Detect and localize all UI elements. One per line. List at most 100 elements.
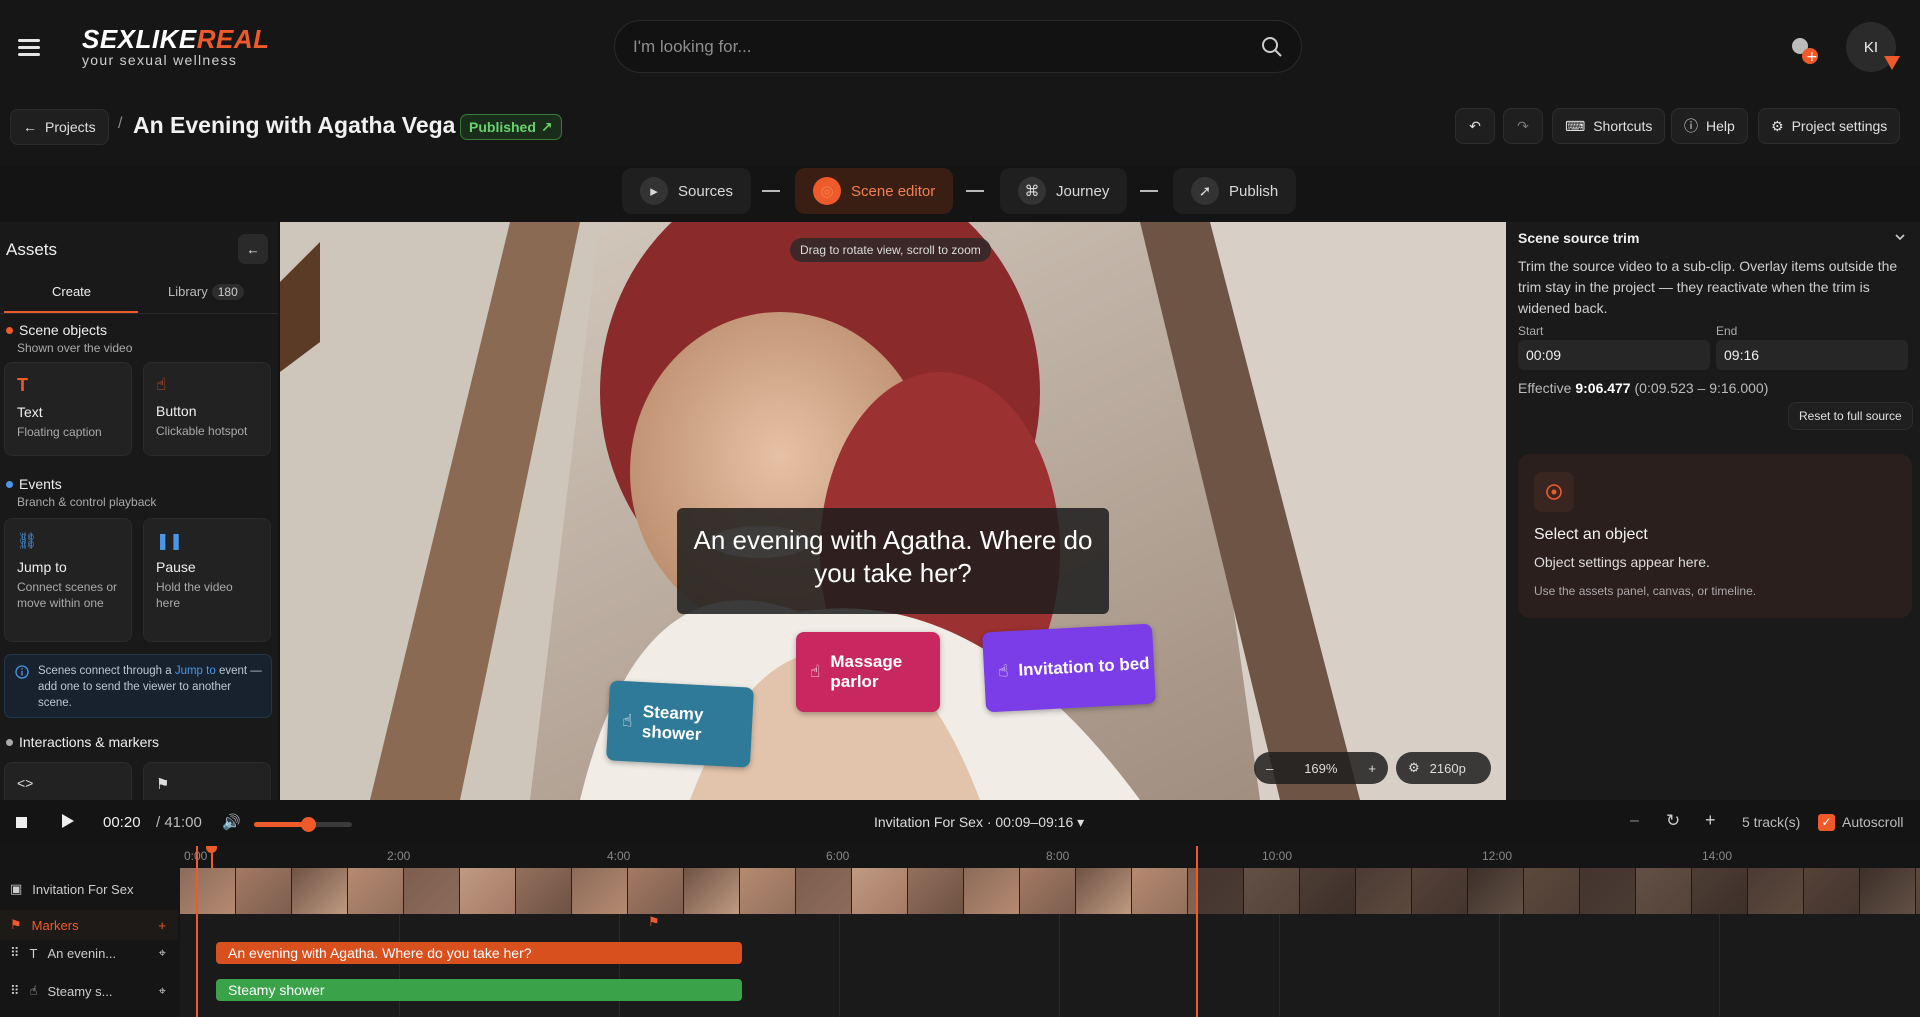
hotspot-massage-parlor[interactable]: ☝ Massage parlor [796,632,940,712]
effective-range: (0:09.523 – 9:16.000) [1634,380,1769,396]
select-object-card: Select an object Object settings appear … [1518,454,1912,618]
video-canvas[interactable]: Drag to rotate view, scroll to zoom An e… [280,222,1506,800]
notification-icon[interactable]: + [1790,36,1820,71]
projects-back-button[interactable]: ← Projects [10,109,109,145]
play-square-icon: ▸ [640,177,668,205]
info-text: Scenes connect through a [38,665,175,677]
track-count: 5 track(s) [1742,814,1801,830]
text-asset-card[interactable]: T Text Floating caption [4,362,132,456]
collapse-panel-button[interactable]: ← [238,234,268,264]
resolution-control[interactable]: ⚙ 2160p [1396,752,1491,784]
logo[interactable]: SEXLIKEREAL your sexual wellness [82,26,270,68]
video-thumbnail [1132,868,1188,914]
project-settings-button[interactable]: ⚙ Project settings [1758,108,1901,144]
focus-icon[interactable]: ⌖ [159,945,166,961]
track-name: Invitation For Sex [32,881,134,897]
tab-create[interactable]: Create [52,284,91,299]
ruler-tick: 4:00 [607,849,631,863]
video-thumbnail [572,868,628,914]
avatar[interactable]: KI [1846,22,1900,72]
reset-full-source-button[interactable]: Reset to full source [1788,402,1913,430]
card-description: Clickable hotspot [156,424,248,438]
trim-end-line[interactable] [1196,846,1198,1017]
code-asset-card[interactable]: <> [4,762,132,800]
track-label-hotspot[interactable]: ⠿ ☝ Steamy s... ⌖ [0,976,178,1006]
search-input[interactable] [633,35,1233,59]
timeline-ruler: 0:00 2:00 4:00 6:00 8:00 10:00 12:00 14:… [180,846,1920,866]
jump-to-link[interactable]: Jump to [175,665,216,677]
hotspot-invitation-to-bed[interactable]: ☝ Invitation to bed [982,623,1156,713]
step-scene-editor[interactable]: ◎ Scene editor [795,168,954,214]
pause-icon: ❚❚ [156,533,183,550]
caption-segment[interactable]: An evening with Agatha. Where do you tak… [216,942,742,964]
hotspot-steamy-shower[interactable]: ☝ Steamy shower [606,680,754,768]
card-title: Jump to [17,559,67,575]
status-badge[interactable]: Published ↗ [460,114,562,140]
track-label-caption[interactable]: ⠿ T An evenin... ⌖ [0,938,178,968]
trim-start-line[interactable] [196,846,198,1017]
track-label-markers[interactable]: ⚑ Markers + [0,910,178,940]
hand-pointer-icon: ☝ [810,662,821,681]
volume-slider[interactable] [254,817,352,832]
assets-tabs: Create Library 180 [0,274,278,314]
zoom-in-timeline-button[interactable]: + [1705,810,1716,831]
current-time: 00:20 [103,814,141,831]
undo-button[interactable]: ↶ [1455,108,1495,144]
search-icon[interactable] [1261,36,1283,63]
canvas-tooltip: Drag to rotate view, scroll to zoom [790,238,991,262]
ruler-tick: 12:00 [1482,849,1513,863]
hotspot-segment[interactable]: Steamy shower [216,979,742,1001]
hotspot-label: Invitation to bed [1017,653,1151,680]
resolution-label: 2160p [1429,760,1466,776]
svg-text:+: + [1806,49,1818,65]
redo-button[interactable]: ↷ [1503,108,1543,144]
shortcuts-button[interactable]: ⌨ Shortcuts [1552,108,1666,144]
volume-knob[interactable] [300,817,316,832]
assets-panel: Assets ← Create Library 180 Scene objects… [0,222,278,800]
arrow-left-icon: ← [23,119,37,135]
shortcuts-label: Shortcuts [1593,118,1653,134]
marker-asset-card[interactable]: ⚑ [143,762,271,800]
effective-duration: Effective 9:06.477 (0:09.523 – 9:16.000) [1518,380,1768,396]
zoom-out-timeline-button[interactable]: – [1630,812,1639,830]
step-journey[interactable]: ⌘ Journey [1000,168,1128,214]
menu-button[interactable] [18,32,48,62]
track-grid [180,914,1920,1017]
button-asset-card[interactable]: ☝ Button Clickable hotspot [143,362,271,456]
jump-to-asset-card[interactable]: ⛓ Jump to Connect scenes or move within … [4,518,132,642]
play-icon [62,813,74,828]
track-label-source[interactable]: ▣ Invitation For Sex [0,874,178,904]
step-sources[interactable]: ▸ Sources [622,168,752,214]
hand-pointer-icon: ☝ [156,375,167,394]
step-publish[interactable]: ➚ Publish [1173,168,1297,214]
caption-overlay[interactable]: An evening with Agatha. Where do you tak… [677,508,1109,614]
card-description: Connect scenes or move within one [17,580,118,610]
play-button[interactable] [58,812,78,832]
tab-library[interactable]: Library 180 [168,284,244,300]
reset-label: Reset to full source [1799,409,1902,423]
track-name: Markers [31,917,79,933]
refresh-icon[interactable]: ↻ [1666,811,1680,831]
start-time-field[interactable]: 00:09 [1518,340,1710,370]
project-settings-label: Project settings [1791,118,1888,134]
video-thumbnail [180,868,236,914]
chevron-down-icon[interactable] [1894,230,1906,248]
clip-selector[interactable]: Invitation For Sex · 00:09–09:16 ▾ [874,814,1084,831]
volume-icon[interactable]: 🔊 [222,813,241,831]
zoom-in-button[interactable]: + [1368,761,1376,776]
focus-icon[interactable]: ⌖ [159,983,166,999]
video-thumbnail [292,868,348,914]
end-time-field[interactable]: 09:16 [1716,340,1908,370]
marker-flag-icon[interactable]: ⚑ [648,914,660,930]
autoscroll-checkbox[interactable]: ✓ [1818,814,1835,831]
pause-asset-card[interactable]: ❚❚ Pause Hold the video here [143,518,271,642]
trimmed-out-region [1198,868,1920,914]
stop-button[interactable] [16,814,32,830]
add-marker-icon[interactable]: + [158,918,166,933]
video-thumbnail [516,868,572,914]
zoom-out-button[interactable]: – [1266,761,1273,776]
timeline[interactable]: 0:00 2:00 4:00 6:00 8:00 10:00 12:00 14:… [0,846,1920,1017]
help-button[interactable]: ⓘ Help [1671,108,1748,144]
hand-pointer-icon: ☝ [621,710,633,731]
hand-pointer-icon: ☝ [29,983,38,998]
